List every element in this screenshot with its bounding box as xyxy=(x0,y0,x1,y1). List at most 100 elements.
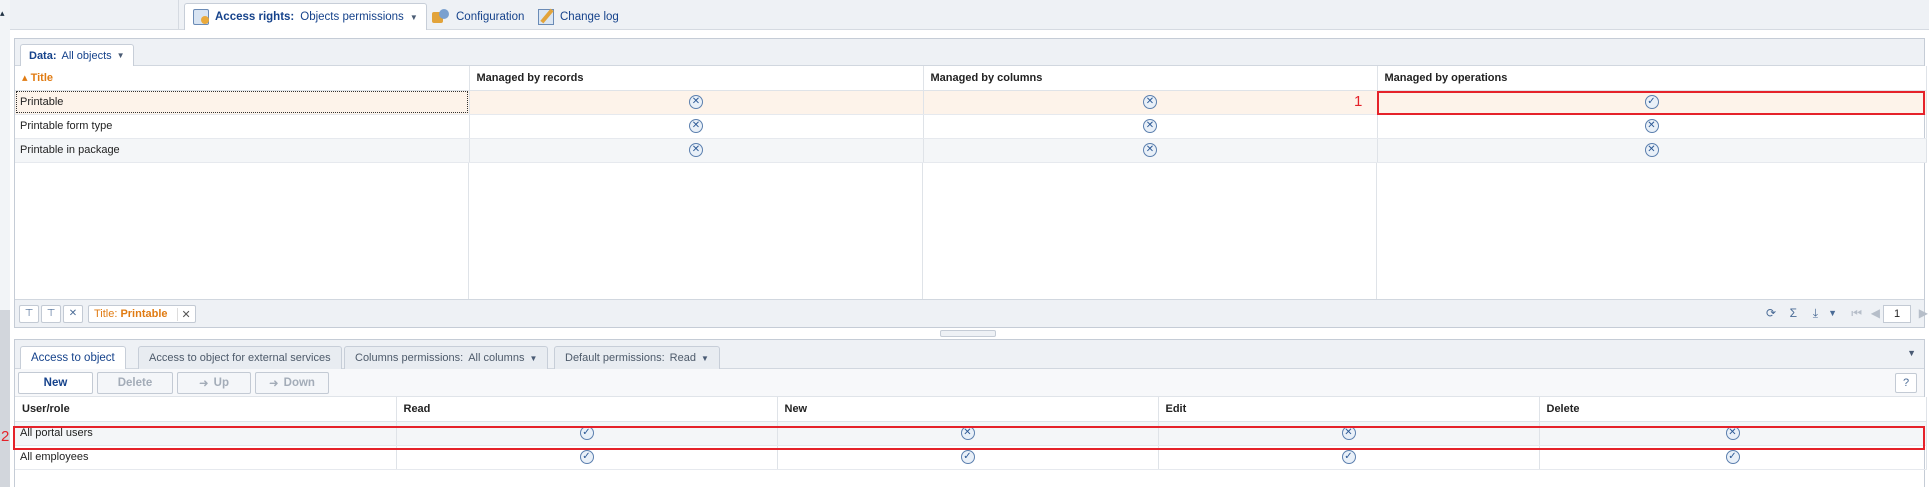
chevron-down-icon[interactable]: ▼ xyxy=(529,354,537,363)
column-user-role[interactable]: User/role xyxy=(15,397,397,422)
tab-access-rights-value: Objects permissions xyxy=(300,11,404,23)
chevron-down-icon[interactable]: ▼ xyxy=(117,51,125,60)
arrow-up-icon: ➜ xyxy=(199,378,209,390)
objects-panel: Data: All objects ▼ ▴ Title Managed by r… xyxy=(14,38,1928,328)
tab-configuration-label: Configuration xyxy=(456,10,525,23)
check-icon: ✓ xyxy=(579,450,594,464)
down-button[interactable]: ➜ Down xyxy=(255,372,329,394)
chevron-down-icon[interactable]: ▼ xyxy=(410,13,418,22)
left-strip: ▴ xyxy=(0,0,10,487)
data-filter-value: All objects xyxy=(61,49,112,62)
roles-grid-header: User/role Read New Edit Delete xyxy=(15,397,1927,422)
cell-columns[interactable]: ✕ xyxy=(923,114,1378,139)
cross-icon: ✕ xyxy=(1143,95,1157,109)
columns-permissions-label: Columns permissions: xyxy=(355,352,464,364)
export-icon[interactable]: ⤓ xyxy=(1813,306,1818,321)
cell-columns[interactable]: ✕ xyxy=(923,138,1378,163)
tab-change-log-label: Change log xyxy=(560,10,619,23)
tab-access-to-object[interactable]: Access to object xyxy=(20,346,126,369)
data-filter-label: Data: xyxy=(29,49,57,62)
arrow-down-icon: ➜ xyxy=(269,378,279,390)
tab-bar-divider xyxy=(178,0,179,30)
column-read[interactable]: Read xyxy=(396,397,778,422)
left-strip-marker: ▴ xyxy=(0,8,5,18)
annotation-label-1: 1 xyxy=(1354,93,1363,110)
cell-records[interactable]: ✕ xyxy=(469,138,924,163)
prev-page-icon[interactable]: ◀ xyxy=(1871,306,1880,320)
annotation-label-2: 2 xyxy=(1,428,10,445)
grid-empty-area xyxy=(923,163,1377,300)
check-icon: ✓ xyxy=(960,450,975,464)
new-button[interactable]: New xyxy=(18,372,93,394)
access-tab-bar: Access to object Access to object for ex… xyxy=(15,340,1924,369)
cell-title[interactable]: Printable in package xyxy=(15,138,470,163)
sum-icon[interactable]: Σ xyxy=(1790,306,1797,320)
check-icon: ✓ xyxy=(1341,450,1356,464)
cell-title[interactable]: Printable form type xyxy=(15,114,470,139)
column-managed-by-operations[interactable]: Managed by operations xyxy=(1377,66,1927,91)
next-page-icon[interactable]: ▶ xyxy=(1919,306,1928,320)
filter-chip-label: Title: xyxy=(94,308,118,320)
check-icon: ✓ xyxy=(1725,450,1740,464)
filter-chip-value: Printable xyxy=(120,308,168,320)
column-managed-by-columns[interactable]: Managed by columns xyxy=(923,66,1378,91)
access-rights-icon xyxy=(193,9,209,25)
tab-access-rights[interactable]: Access rights: Objects permissions ▼ xyxy=(184,3,427,30)
tab-default-permissions[interactable]: Default permissions: Read ▼ xyxy=(554,346,720,369)
tab-access-external[interactable]: Access to object for external services xyxy=(138,346,342,369)
cross-icon: ✕ xyxy=(1644,119,1659,133)
table-row[interactable]: Printable in package ✕ ✕ ✕ xyxy=(15,138,1927,163)
cell-operations[interactable]: ✕ xyxy=(1377,114,1927,139)
tab-access-rights-label: Access rights: xyxy=(215,11,295,23)
top-tab-bar: Access rights: Objects permissions ▼ Con… xyxy=(10,0,1929,30)
default-permissions-value: Read xyxy=(669,352,696,364)
column-delete[interactable]: Delete xyxy=(1539,397,1927,422)
column-title[interactable]: ▴ Title xyxy=(15,66,470,91)
grid-empty-area xyxy=(469,163,923,300)
table-row[interactable]: Printable form type ✕ ✕ ✕ xyxy=(15,114,1927,139)
cross-icon: ✕ xyxy=(689,143,703,157)
column-title-label: Title xyxy=(30,72,53,85)
access-panel: Access to object Access to object for ex… xyxy=(14,339,1927,487)
up-button[interactable]: ➜ Up xyxy=(177,372,251,394)
filter-chip[interactable]: Title: Printable ✕ xyxy=(88,305,196,323)
collapse-icon[interactable]: ▼ xyxy=(1907,348,1916,358)
chevron-down-icon[interactable]: ▼ xyxy=(701,354,709,363)
close-icon[interactable]: ✕ xyxy=(176,307,191,321)
filter-settings-icon[interactable]: ⊤ xyxy=(41,305,61,323)
cell-operations[interactable]: ✕ xyxy=(1377,138,1927,163)
column-edit[interactable]: Edit xyxy=(1158,397,1540,422)
left-strip-shade xyxy=(0,310,10,487)
grid-empty-area xyxy=(15,163,469,300)
column-managed-by-records[interactable]: Managed by records xyxy=(469,66,924,91)
objects-status-bar: ⊤ ⊤ ✕ Title: Printable ✕ ⟳ Σ ⤓ ▼ ⏮ ◀ 1 ▶ xyxy=(15,299,1928,327)
column-new[interactable]: New xyxy=(777,397,1159,422)
cross-icon: ✕ xyxy=(1143,143,1157,157)
cell-records[interactable]: ✕ xyxy=(469,90,924,115)
tab-configuration[interactable]: Configuration xyxy=(424,3,532,30)
panel-splitter[interactable] xyxy=(940,330,996,337)
cross-icon: ✕ xyxy=(689,95,703,109)
data-filter-tab[interactable]: Data: All objects ▼ xyxy=(20,44,134,66)
up-button-label: Up xyxy=(213,377,229,389)
cell-title[interactable]: Printable xyxy=(15,90,470,115)
cell-records[interactable]: ✕ xyxy=(469,114,924,139)
cross-icon: ✕ xyxy=(689,119,703,133)
tab-change-log[interactable]: Change log xyxy=(530,3,627,30)
filter-icon[interactable]: ⊤ xyxy=(19,305,39,323)
objects-toolbar: Data: All objects ▼ xyxy=(15,39,1924,66)
configuration-icon xyxy=(432,8,450,25)
down-button-label: Down xyxy=(283,377,315,389)
first-page-icon[interactable]: ⏮ xyxy=(1851,306,1862,321)
delete-button[interactable]: Delete xyxy=(97,372,173,394)
access-toolbar: New Delete ➜ Up ➜ Down ? xyxy=(15,369,1924,397)
page-number-input[interactable]: 1 xyxy=(1883,305,1911,323)
cell-columns[interactable]: ✕ xyxy=(923,90,1378,115)
clear-filter-icon[interactable]: ✕ xyxy=(63,305,83,323)
highlight-box-1 xyxy=(1377,91,1925,115)
tab-columns-permissions[interactable]: Columns permissions: All columns ▼ xyxy=(344,346,549,369)
chevron-down-icon[interactable]: ▼ xyxy=(1828,308,1837,318)
help-button[interactable]: ? xyxy=(1895,373,1917,393)
cross-icon: ✕ xyxy=(1644,143,1659,157)
refresh-icon[interactable]: ⟳ xyxy=(1766,306,1776,320)
